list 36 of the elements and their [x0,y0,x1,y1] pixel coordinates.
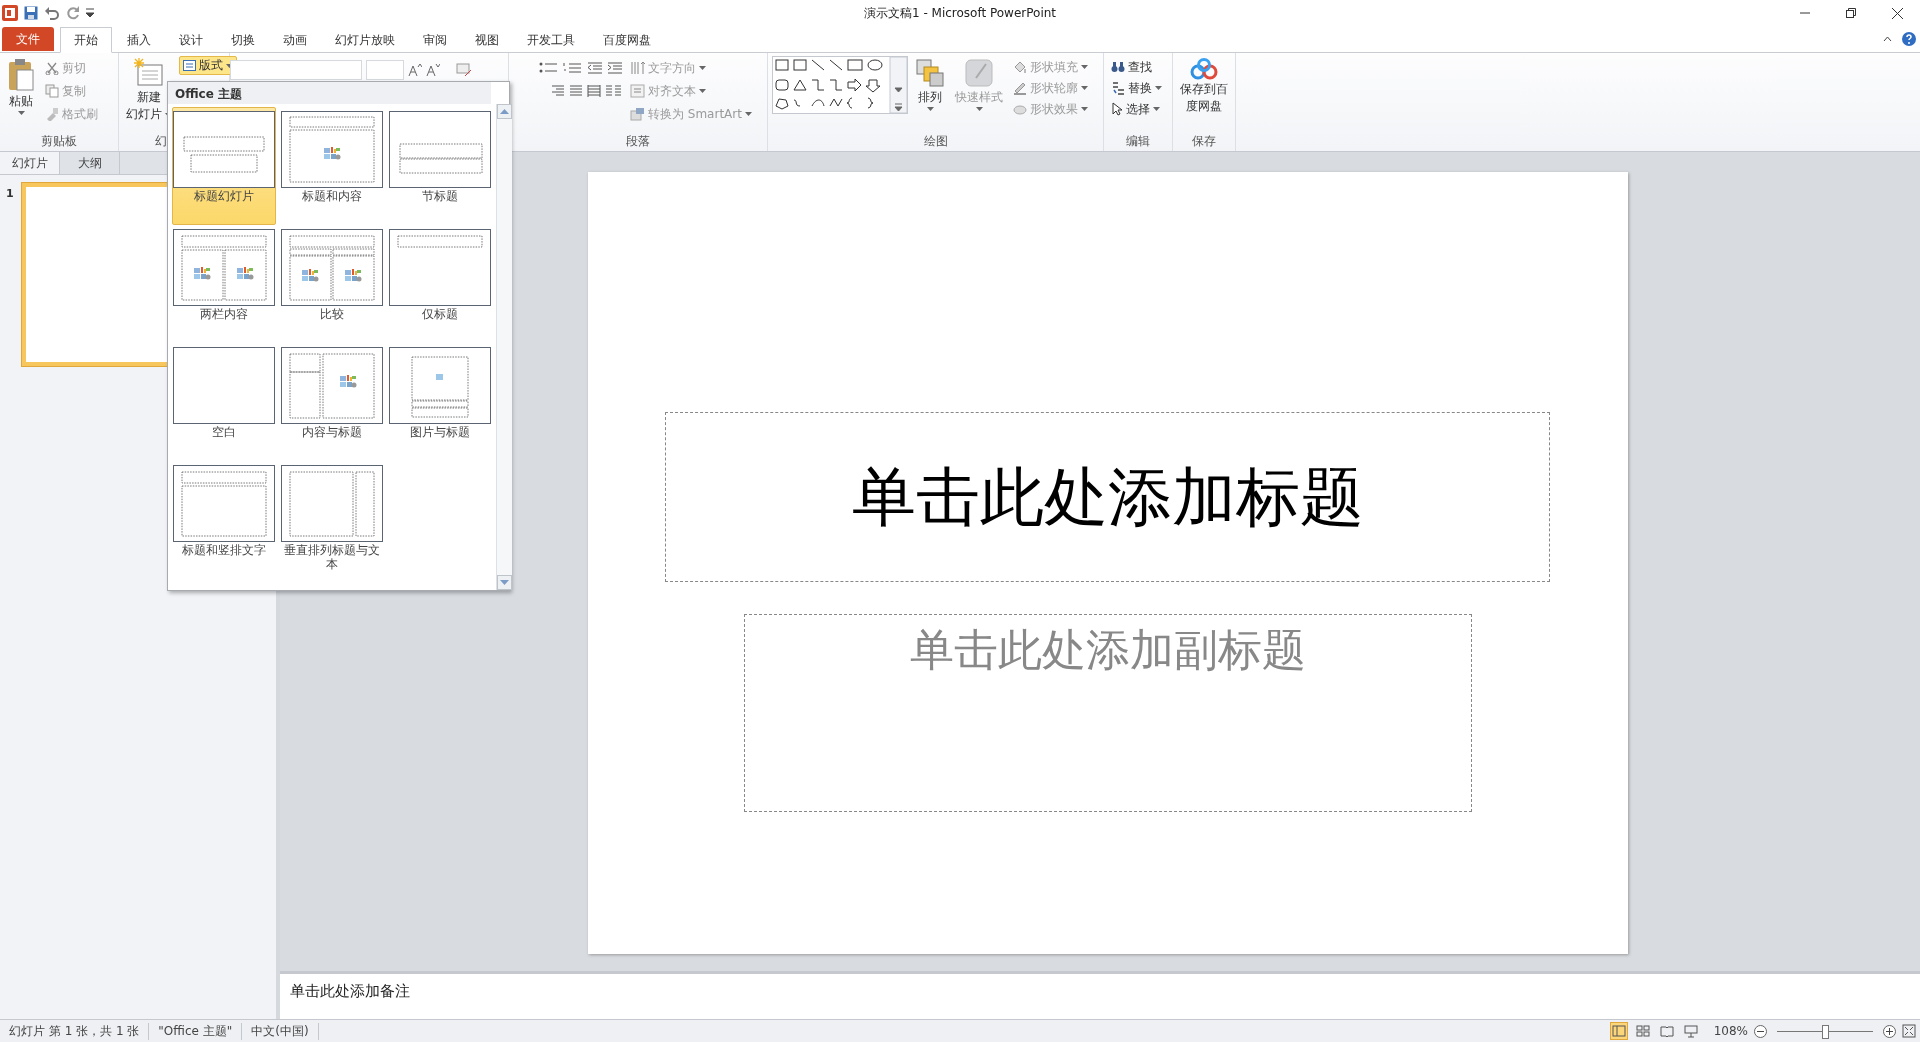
group-label: 绘图 [922,133,949,150]
ribbon-tab[interactable]: 设计 [166,28,216,52]
group-label: 剪贴板 [40,133,78,150]
menu-heading: Office 主题 [168,82,491,104]
paste-button[interactable]: 粘贴 [4,56,38,133]
editing-button[interactable]: 查找 [1108,58,1165,76]
notes-field[interactable]: 单击此处添加备注 [280,971,1920,1019]
ribbon-tab[interactable]: 幻灯片放映 [322,28,408,52]
group-label: 幻 [154,133,168,150]
ribbon-tab[interactable]: 百度网盘 [590,28,664,52]
title-placeholder[interactable]: 单击此处添加标题 [665,412,1550,582]
ribbon-tab[interactable]: 视图 [462,28,512,52]
pane-tab[interactable]: 幻灯片 [0,152,60,174]
ribbon-tab[interactable]: 动画 [270,28,320,52]
file-tab[interactable]: 文件 [2,27,54,51]
slide-info: 幻灯片 第 1 张，共 1 张 [0,1022,150,1040]
slide-number: 1 [6,186,15,200]
theme-name: "Office 主题" [149,1022,243,1040]
ribbon-tab[interactable]: 审阅 [410,28,460,52]
group-label: 段落 [625,133,651,150]
editing-button[interactable]: 选择 [1108,100,1165,118]
window-title: 演示文稿1 - Microsoft PowerPoint [863,6,1057,20]
editing-button[interactable]: 替换 [1108,79,1165,97]
ribbon-tab[interactable]: 插入 [114,28,164,52]
arrange-button[interactable]: 排列 [912,56,948,133]
group-label: 编辑 [1125,133,1151,150]
zoom-level[interactable]: 108% [1713,1024,1748,1038]
ribbon-tab[interactable]: 开发工具 [514,28,588,52]
layout-option[interactable]: 标题幻灯片 [172,107,276,225]
layout-button[interactable]: 版式 [179,56,237,75]
save-to-cloud-button[interactable]: 保存到百 度网盘 [1177,56,1231,133]
ribbon-tab[interactable]: 开始 [60,27,112,53]
group-label: 保存 [1191,133,1217,150]
ribbon-tab[interactable]: 切换 [218,28,268,52]
language-status: 中文(中国) [242,1022,319,1040]
subtitle-placeholder[interactable]: 单击此处添加副标题 [743,614,1472,812]
